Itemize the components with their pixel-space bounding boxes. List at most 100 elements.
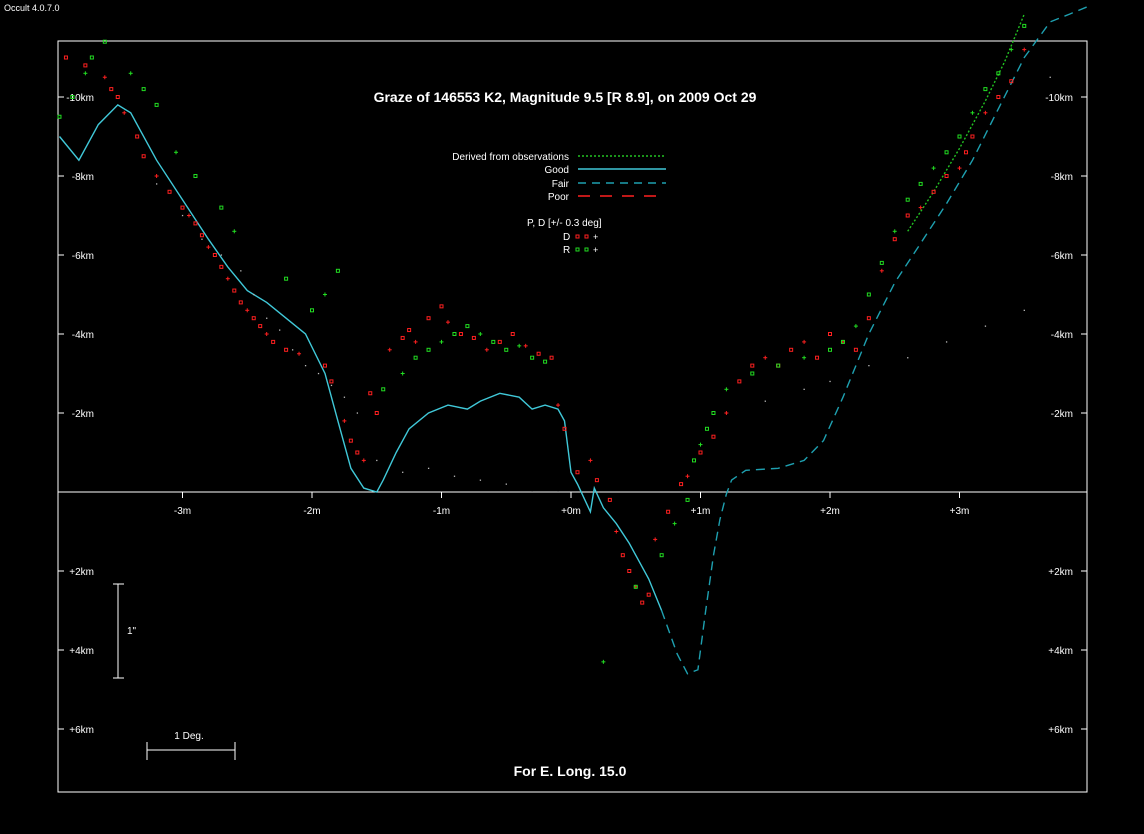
event-point-r [57, 114, 62, 119]
event-point-d [458, 332, 463, 336]
event-point-d [523, 343, 528, 348]
series-line-good [58, 104, 663, 611]
event-point-r [439, 339, 444, 344]
y-tick-label-right: -4km [1051, 330, 1073, 341]
event-point-r [918, 181, 923, 186]
event-point-r [381, 387, 386, 392]
y-tick-label-left: +4km [69, 646, 94, 657]
legend-good-label: Good [545, 165, 569, 176]
legend-r-marker-2 [584, 247, 589, 252]
legend-fair-label: Fair [552, 179, 570, 190]
event-point-d [944, 174, 949, 178]
event-point-d [167, 189, 172, 194]
vertical-scale-bar: 1" [113, 583, 137, 679]
event-point-r [530, 355, 535, 360]
x-tick-label: +3m [950, 506, 970, 517]
limb-point [240, 270, 242, 272]
event-point-d [361, 458, 366, 463]
event-point-d [264, 332, 269, 336]
limb-point [1023, 309, 1025, 311]
legend-r-marker-1 [575, 247, 580, 252]
event-point-r [452, 332, 457, 336]
event-point-r [219, 205, 224, 210]
event-point-d [407, 328, 412, 333]
legend-pd-heading: P, D [+/- 0.3 deg] [527, 218, 602, 229]
event-point-r [128, 71, 133, 76]
event-point-d [549, 355, 554, 360]
limb-point [868, 365, 870, 367]
limb-point [803, 388, 805, 390]
event-point-d [685, 474, 690, 479]
event-point-r [685, 497, 690, 502]
limb-point [304, 365, 307, 367]
event-point-d [471, 335, 476, 340]
event-point-d [737, 379, 742, 384]
event-point-d [206, 245, 211, 250]
event-point-r [659, 553, 664, 558]
event-point-d [802, 339, 807, 344]
event-point-d [679, 482, 684, 487]
event-point-d [627, 569, 632, 573]
limb-point [505, 483, 507, 485]
limb-point [1049, 76, 1051, 78]
event-point-d [536, 351, 541, 356]
x-tick-label: +1m [691, 506, 711, 517]
y-tick-label-right: +2km [1048, 567, 1073, 578]
event-point-d [588, 458, 593, 463]
event-point-d [122, 110, 127, 115]
event-point-d [1009, 79, 1014, 84]
limb-point [343, 396, 346, 398]
legend-r-label: R [563, 245, 570, 256]
event-point-d [646, 592, 651, 597]
event-point-d [931, 189, 936, 194]
chart-footer: For E. Long. 15.0 [514, 763, 627, 779]
x-tick-label: +0m [561, 506, 581, 517]
event-point-d [245, 308, 250, 313]
event-point-d [575, 470, 580, 475]
event-point-r [284, 276, 289, 281]
event-point-d [970, 134, 975, 139]
series-line-fair [660, 5, 1090, 675]
limb-point [402, 471, 404, 473]
y-tick-label-left: -10km [66, 93, 94, 104]
event-point-r [853, 324, 858, 329]
event-point-r [931, 166, 936, 171]
event-point-d [724, 411, 729, 415]
event-point-d [212, 253, 217, 257]
event-point-d [387, 347, 392, 352]
event-point-d [374, 411, 379, 415]
event-point-r [776, 363, 781, 368]
event-point-r [400, 371, 405, 376]
y-tick-label-right: -2km [1051, 409, 1073, 420]
horizontal-scale-bar: 1 Deg. [146, 731, 236, 760]
event-point-r [517, 343, 522, 348]
y-tick-label-right: +4km [1048, 646, 1073, 657]
event-point-d [666, 509, 671, 514]
limb-point [253, 293, 255, 296]
y-tick-label-left: -2km [72, 409, 94, 420]
event-point-r [102, 39, 107, 44]
event-point-r [704, 426, 709, 431]
event-point-d [400, 335, 405, 340]
event-point-d [789, 347, 794, 352]
event-point-r [802, 355, 807, 360]
event-point-d [963, 150, 968, 155]
event-point-d [135, 134, 140, 139]
limb-point [984, 325, 987, 327]
event-point-r [465, 324, 470, 329]
legend-derived-label: Derived from observations [452, 152, 569, 163]
event-point-d [219, 264, 224, 269]
event-point-d [853, 347, 858, 352]
event-point-r [413, 355, 418, 360]
event-point-d [556, 403, 561, 408]
event-point-r [426, 347, 431, 352]
limb-point [356, 412, 359, 414]
y-tick-label-left: -8km [72, 172, 94, 183]
event-point-r [89, 55, 94, 60]
plot-frame [57, 40, 1088, 793]
event-point-d [297, 351, 302, 356]
event-point-d [996, 95, 1001, 99]
limb-point [907, 357, 909, 359]
y-tick-label-left: -4km [72, 330, 94, 341]
event-point-d [497, 339, 502, 344]
